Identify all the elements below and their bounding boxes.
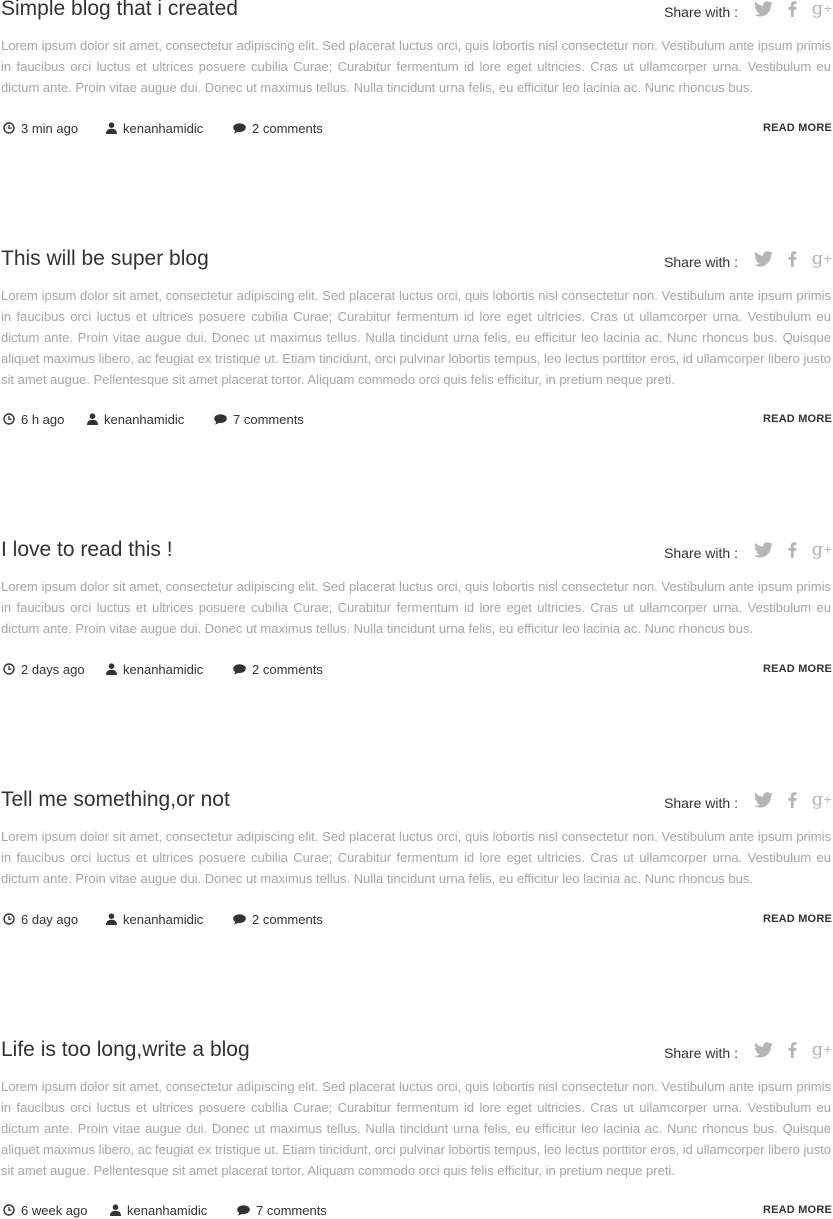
clock-icon [3,1204,15,1216]
share-label: Share with : [664,795,738,811]
share-label: Share with : [664,4,738,20]
read-more-link[interactable]: READ MORE [763,910,832,928]
user-icon [110,1204,121,1216]
post-comments-count[interactable]: 2 comments [252,912,323,927]
post-comments-count[interactable]: 2 comments [252,662,323,677]
google-plus-icon[interactable]: g + [812,541,833,559]
read-more-link[interactable]: READ MORE [763,119,832,137]
comment-bubble-icon [237,1204,250,1216]
share-bar: Share with : g + [664,0,833,21]
post-meta: 6 day ago kenanhamidic 2 comments READ M… [0,910,833,928]
post-time-text: 6 h ago [21,411,65,427]
post-meta: 3 min ago kenanhamidic 2 comments READ M… [0,119,833,137]
post-comments[interactable]: 2 comments [233,660,323,678]
twitter-icon[interactable] [752,251,774,267]
post-comments[interactable]: 7 comments [214,410,304,428]
post-author[interactable]: kenanhamidic [106,119,203,137]
post-author-name[interactable]: kenanhamidic [127,1203,207,1218]
comment-bubble-icon [214,413,227,425]
post-time-text: 2 days ago [21,661,85,677]
clock-icon [3,913,15,925]
facebook-icon[interactable] [786,792,798,808]
share-bar: Share with : g + [664,788,833,812]
post-time: 6 h ago [3,410,64,428]
post-meta: 2 days ago kenanhamidic 2 comments READ … [0,660,833,678]
post-comments[interactable]: 2 comments [233,910,323,928]
post-author[interactable]: kenanhamidic [106,910,203,928]
clock-icon [3,663,15,675]
user-icon [106,913,117,925]
comment-bubble-icon [233,913,246,925]
post-author-name[interactable]: kenanhamidic [123,121,203,136]
clock-icon [3,122,15,134]
facebook-icon[interactable] [786,1,798,17]
google-plus-icon[interactable]: g + [812,1041,833,1059]
read-more-link[interactable]: READ MORE [763,1201,832,1219]
post-meta: 6 week ago kenanhamidic 7 comments READ … [0,1201,833,1219]
comment-bubble-icon [233,663,246,675]
post-meta: 6 h ago kenanhamidic 7 comments READ MOR… [0,410,833,428]
user-icon [106,122,117,134]
google-plus-icon[interactable]: g + [812,0,833,18]
post-comments-count[interactable]: 7 comments [256,1203,327,1218]
post-comments[interactable]: 2 comments [233,119,323,137]
post-excerpt: Lorem ipsum dolor sit amet, consectetur … [1,579,831,636]
post-time: 3 min ago [3,119,78,137]
post-title[interactable]: This will be super blog [1,247,209,271]
share-label: Share with : [664,545,738,561]
post-author[interactable]: kenanhamidic [106,660,203,678]
post-time-text: 3 min ago [21,120,79,136]
post-excerpt: Lorem ipsum dolor sit amet, consectetur … [1,1079,831,1178]
user-icon [87,413,98,425]
google-plus-icon[interactable]: g + [812,250,833,268]
post-time-text: 6 day ago [21,911,79,927]
twitter-icon[interactable] [752,1042,774,1058]
share-bar: Share with : g + [664,538,833,562]
post-author-name[interactable]: kenanhamidic [104,412,184,427]
facebook-icon[interactable] [786,542,798,558]
post-author[interactable]: kenanhamidic [110,1201,207,1219]
post-excerpt: Lorem ipsum dolor sit amet, consectetur … [1,288,831,387]
facebook-icon[interactable] [786,251,798,267]
post-excerpt: Lorem ipsum dolor sit amet, consectetur … [1,829,831,886]
share-bar: Share with : g + [664,247,833,271]
post-title[interactable]: Tell me something,or not [1,788,230,812]
post-author-name[interactable]: kenanhamidic [123,912,203,927]
post-author[interactable]: kenanhamidic [87,410,184,428]
twitter-icon[interactable] [752,542,774,558]
comment-bubble-icon [233,122,246,134]
read-more-link[interactable]: READ MORE [763,410,832,428]
google-plus-icon[interactable]: g + [812,791,833,809]
share-bar: Share with : g + [664,1038,833,1062]
read-more-link[interactable]: READ MORE [763,660,832,678]
twitter-icon[interactable] [752,1,774,17]
post-comments-count[interactable]: 7 comments [233,412,304,427]
post-comments[interactable]: 7 comments [237,1201,327,1219]
post-time-text: 6 week ago [21,1202,88,1218]
post-comments-count[interactable]: 2 comments [252,121,323,136]
post-time: 6 week ago [3,1201,88,1219]
post-excerpt: Lorem ipsum dolor sit amet, consectetur … [1,38,831,95]
user-icon [106,663,117,675]
post-time: 6 day ago [3,910,78,928]
clock-icon [3,413,15,425]
facebook-icon[interactable] [786,1042,798,1058]
twitter-icon[interactable] [752,792,774,808]
post-title[interactable]: Life is too long,write a blog [1,1038,250,1062]
post-title[interactable]: Simple blog that i created [1,0,238,21]
post-time: 2 days ago [3,660,85,678]
post-title[interactable]: I love to read this ! [1,538,173,562]
share-label: Share with : [664,254,738,270]
post-author-name[interactable]: kenanhamidic [123,662,203,677]
share-label: Share with : [664,1045,738,1061]
